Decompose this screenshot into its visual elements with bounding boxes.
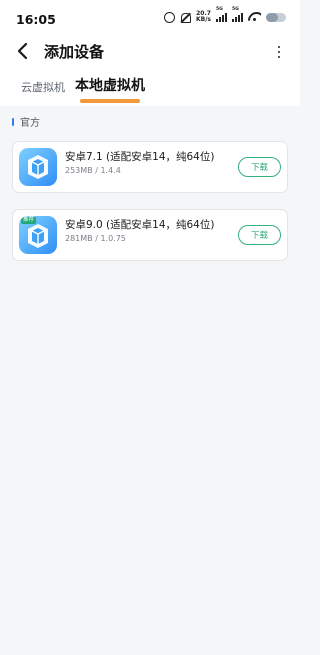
network-speed-unit: KB/s xyxy=(196,16,211,23)
list-item[interactable]: 安卓7.1 (适配安卓14，纯64位) 253MB / 1.4.4 下载 xyxy=(12,141,288,193)
item-subtitle: 253MB / 1.4.4 xyxy=(65,166,121,175)
bell-off-icon xyxy=(180,12,191,23)
header-area: 16:05 20.7 KB/s 5G 5G 添加设备 云虚拟机 本地虚拟机 xyxy=(0,0,300,106)
signal-label: 5G xyxy=(232,7,239,12)
signal-icon: 5G xyxy=(216,7,227,22)
page: 16:05 20.7 KB/s 5G 5G 添加设备 云虚拟机 本地虚拟机 官方… xyxy=(0,0,300,655)
list-item[interactable]: 推荐 安卓9.0 (适配安卓14，纯64位) 281MB / 1.0.75 下载 xyxy=(12,209,288,261)
section-label: 官方 xyxy=(20,118,40,129)
item-title: 安卓7.1 (适配安卓14，纯64位) xyxy=(65,151,215,163)
signal-icon: 5G xyxy=(232,7,243,22)
more-vertical-icon[interactable] xyxy=(272,42,286,62)
chevron-left-icon xyxy=(17,42,28,60)
item-subtitle: 281MB / 1.0.75 xyxy=(65,234,126,243)
cube-icon xyxy=(28,155,48,179)
download-button[interactable]: 下载 xyxy=(238,225,281,245)
status-time: 16:05 xyxy=(16,12,56,27)
alarm-icon xyxy=(164,11,175,23)
battery-icon xyxy=(266,12,286,22)
status-bar: 16:05 20.7 KB/s 5G 5G xyxy=(0,0,300,36)
tab-cloud-vm[interactable]: 云虚拟机 xyxy=(21,79,65,95)
section-marker xyxy=(12,117,14,126)
back-button[interactable] xyxy=(14,40,34,62)
wifi-icon xyxy=(248,12,261,22)
vm-app-icon xyxy=(19,148,57,186)
tab-local-vm[interactable]: 本地虚拟机 xyxy=(75,75,145,95)
network-speed: 20.7 KB/s xyxy=(196,11,211,23)
page-title: 添加设备 xyxy=(44,43,105,61)
section-header: 官方 xyxy=(12,114,40,129)
signal-label: 5G xyxy=(216,7,223,12)
vm-app-icon: 推荐 xyxy=(19,216,57,254)
tab-bar: 云虚拟机 本地虚拟机 xyxy=(0,70,300,106)
nav-bar: 添加设备 xyxy=(0,36,300,66)
item-title: 安卓9.0 (适配安卓14，纯64位) xyxy=(65,219,215,231)
status-icons: 20.7 KB/s 5G 5G xyxy=(164,7,286,23)
active-tab-indicator xyxy=(80,99,140,103)
download-button[interactable]: 下载 xyxy=(238,157,281,177)
recommended-badge: 推荐 xyxy=(21,217,37,224)
